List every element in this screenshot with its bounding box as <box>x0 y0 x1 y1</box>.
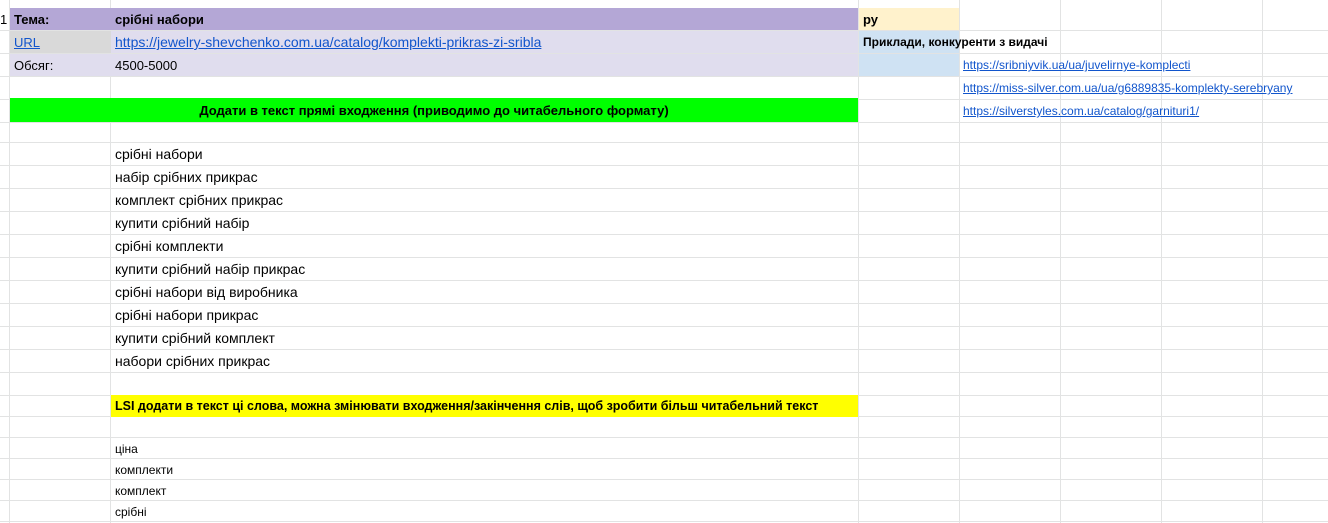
competitor-link[interactable]: https://sribniyvik.ua/ua/juvelirnye-komp… <box>963 58 1190 72</box>
competitor-link-cell[interactable]: https://sribniyvik.ua/ua/juvelirnye-komp… <box>959 54 1319 76</box>
volume-value-cell[interactable]: 4500-5000 <box>111 54 858 76</box>
competitors-header-cell[interactable]: Приклади, конкуренти з видачі <box>859 31 1048 53</box>
gridline <box>858 0 859 523</box>
url-label-cell[interactable]: URL <box>10 31 111 53</box>
lang-cell[interactable]: ру <box>859 8 959 30</box>
competitors-blank-cell[interactable] <box>859 54 959 76</box>
keyword-cell[interactable]: купити срібний комплект <box>111 327 858 349</box>
lsi-header[interactable]: LSI додати в текст ці слова, можна зміню… <box>111 395 858 417</box>
url-label-link[interactable]: URL <box>14 35 40 50</box>
competitor-link-cell[interactable]: https://miss-silver.com.ua/ua/g6889835-k… <box>959 77 1328 99</box>
topic-value-cell[interactable]: срібні набори <box>111 8 858 30</box>
lsi-word-cell[interactable]: комплекти <box>111 459 858 480</box>
url-value-link[interactable]: https://jewelry-shevchenko.com.ua/catalo… <box>115 34 541 50</box>
gridline <box>9 0 10 523</box>
keyword-cell[interactable]: срібні набори від виробника <box>111 281 858 303</box>
url-value-cell[interactable]: https://jewelry-shevchenko.com.ua/catalo… <box>111 31 858 53</box>
gridline <box>0 122 1328 123</box>
keyword-cell[interactable]: комплект срібних прикрас <box>111 189 858 211</box>
lsi-word-cell[interactable]: срібні <box>111 501 858 522</box>
gridline <box>0 372 1328 373</box>
keyword-cell[interactable]: срібні комплекти <box>111 235 858 257</box>
keyword-cell[interactable]: срібні набори прикрас <box>111 304 858 326</box>
lsi-word-cell[interactable]: комплект <box>111 480 858 501</box>
row-number: 1 <box>0 11 8 27</box>
competitor-link[interactable]: https://miss-silver.com.ua/ua/g6889835-k… <box>963 81 1292 95</box>
keyword-cell[interactable]: купити срібний набір прикрас <box>111 258 858 280</box>
keyword-cell[interactable]: срібні набори <box>111 143 858 165</box>
topic-label-cell[interactable]: Тема: <box>10 8 111 30</box>
direct-keywords-header[interactable]: Додати в текст прямі входження (приводим… <box>10 98 858 122</box>
keyword-cell[interactable]: набори срібних прикрас <box>111 350 858 372</box>
competitor-link[interactable]: https://silverstyles.com.ua/catalog/garn… <box>963 104 1199 118</box>
keyword-cell[interactable]: набір срібних прикрас <box>111 166 858 188</box>
lsi-word-cell[interactable]: ціна <box>111 438 858 459</box>
competitor-link-cell[interactable]: https://silverstyles.com.ua/catalog/garn… <box>959 100 1319 122</box>
keyword-cell[interactable]: купити срібний набір <box>111 212 858 234</box>
volume-label-cell[interactable]: Обсяг: <box>10 54 111 76</box>
